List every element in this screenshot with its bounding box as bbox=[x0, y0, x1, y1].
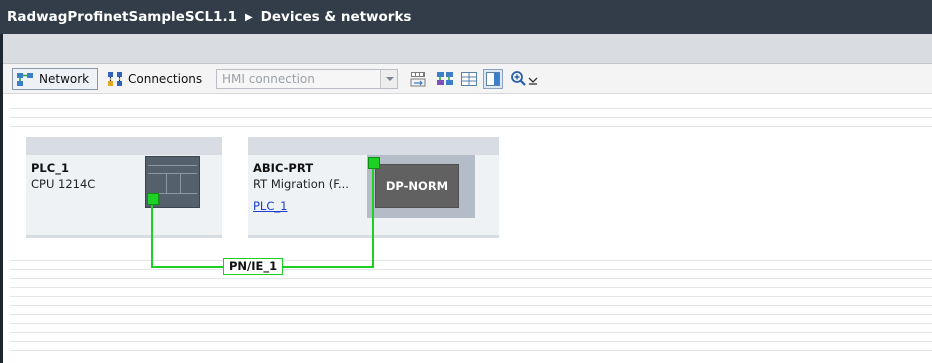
grid-line bbox=[10, 260, 932, 261]
connections-button[interactable]: Connections bbox=[105, 68, 215, 90]
grid-line bbox=[10, 332, 932, 333]
device-type: CPU 1214C bbox=[31, 177, 96, 191]
grid-line bbox=[10, 269, 932, 270]
connection-type-select[interactable]: HMI connection bbox=[216, 69, 398, 89]
device-type: RT Migration (F... bbox=[253, 177, 349, 191]
grid-line bbox=[10, 314, 932, 315]
connections-label: Connections bbox=[128, 72, 203, 86]
grid-line bbox=[10, 350, 932, 351]
view-tab-band bbox=[3, 34, 932, 64]
network-cable[interactable] bbox=[372, 169, 374, 268]
grid-line bbox=[10, 108, 932, 109]
toolbar: Network Connections HMI connection bbox=[3, 64, 932, 94]
module-divider bbox=[166, 173, 167, 193]
assigned-controller-link[interactable]: PLC_1 bbox=[253, 199, 287, 213]
show-names-icon[interactable] bbox=[408, 69, 428, 89]
breadcrumb-page: Devices & networks bbox=[260, 9, 412, 25]
network-subnet-label[interactable]: PN/IE_1 bbox=[223, 258, 284, 275]
profinet-port[interactable] bbox=[368, 157, 380, 169]
network-canvas[interactable]: PLC_1 CPU 1214C ABIC-PRT RT Migration (F… bbox=[3, 95, 932, 363]
network-icon bbox=[17, 73, 33, 86]
network-cable[interactable] bbox=[151, 205, 153, 268]
breadcrumb: RadwagProfinetSampleSCL1.1 ▶ Devices & net… bbox=[0, 0, 932, 34]
connections-icon bbox=[108, 72, 122, 86]
profinet-port[interactable] bbox=[147, 193, 159, 205]
split-view-icon bbox=[486, 72, 500, 86]
interface-module-frame: DP-NORM bbox=[367, 155, 475, 218]
split-view-toggle[interactable] bbox=[483, 69, 503, 89]
breadcrumb-separator-icon: ▶ bbox=[244, 12, 253, 23]
chevron-down-icon[interactable] bbox=[380, 70, 397, 88]
grid-line bbox=[10, 126, 932, 127]
zoom-in-icon[interactable] bbox=[509, 69, 529, 89]
module-divider bbox=[180, 173, 181, 193]
dp-norm-module[interactable]: DP-NORM bbox=[375, 164, 459, 208]
grid-line bbox=[10, 341, 932, 342]
module-strip bbox=[148, 173, 197, 174]
network-overview-icon[interactable] bbox=[435, 69, 455, 89]
grid-line bbox=[10, 323, 932, 324]
table-view-icon[interactable] bbox=[459, 69, 479, 89]
device-plc-1[interactable]: PLC_1 CPU 1214C bbox=[26, 137, 222, 238]
device-name[interactable]: ABIC-PRT bbox=[253, 161, 313, 175]
network-label: Network bbox=[39, 72, 90, 86]
device-name[interactable]: PLC_1 bbox=[31, 161, 69, 175]
grid-line bbox=[10, 278, 932, 279]
connection-type-value: HMI connection bbox=[222, 72, 315, 86]
grid-line bbox=[10, 117, 932, 118]
breadcrumb-project[interactable]: RadwagProfinetSampleSCL1.1 bbox=[7, 9, 237, 25]
grid-line bbox=[10, 305, 932, 306]
network-view-button[interactable]: Network bbox=[12, 68, 98, 90]
module-strip bbox=[148, 165, 197, 166]
zoom-dropdown-icon[interactable] bbox=[527, 69, 539, 89]
grid-line bbox=[10, 287, 932, 288]
devices-networks-window: RadwagProfinetSampleSCL1.1 ▶ Devices & net… bbox=[0, 0, 932, 363]
grid-line bbox=[10, 296, 932, 297]
